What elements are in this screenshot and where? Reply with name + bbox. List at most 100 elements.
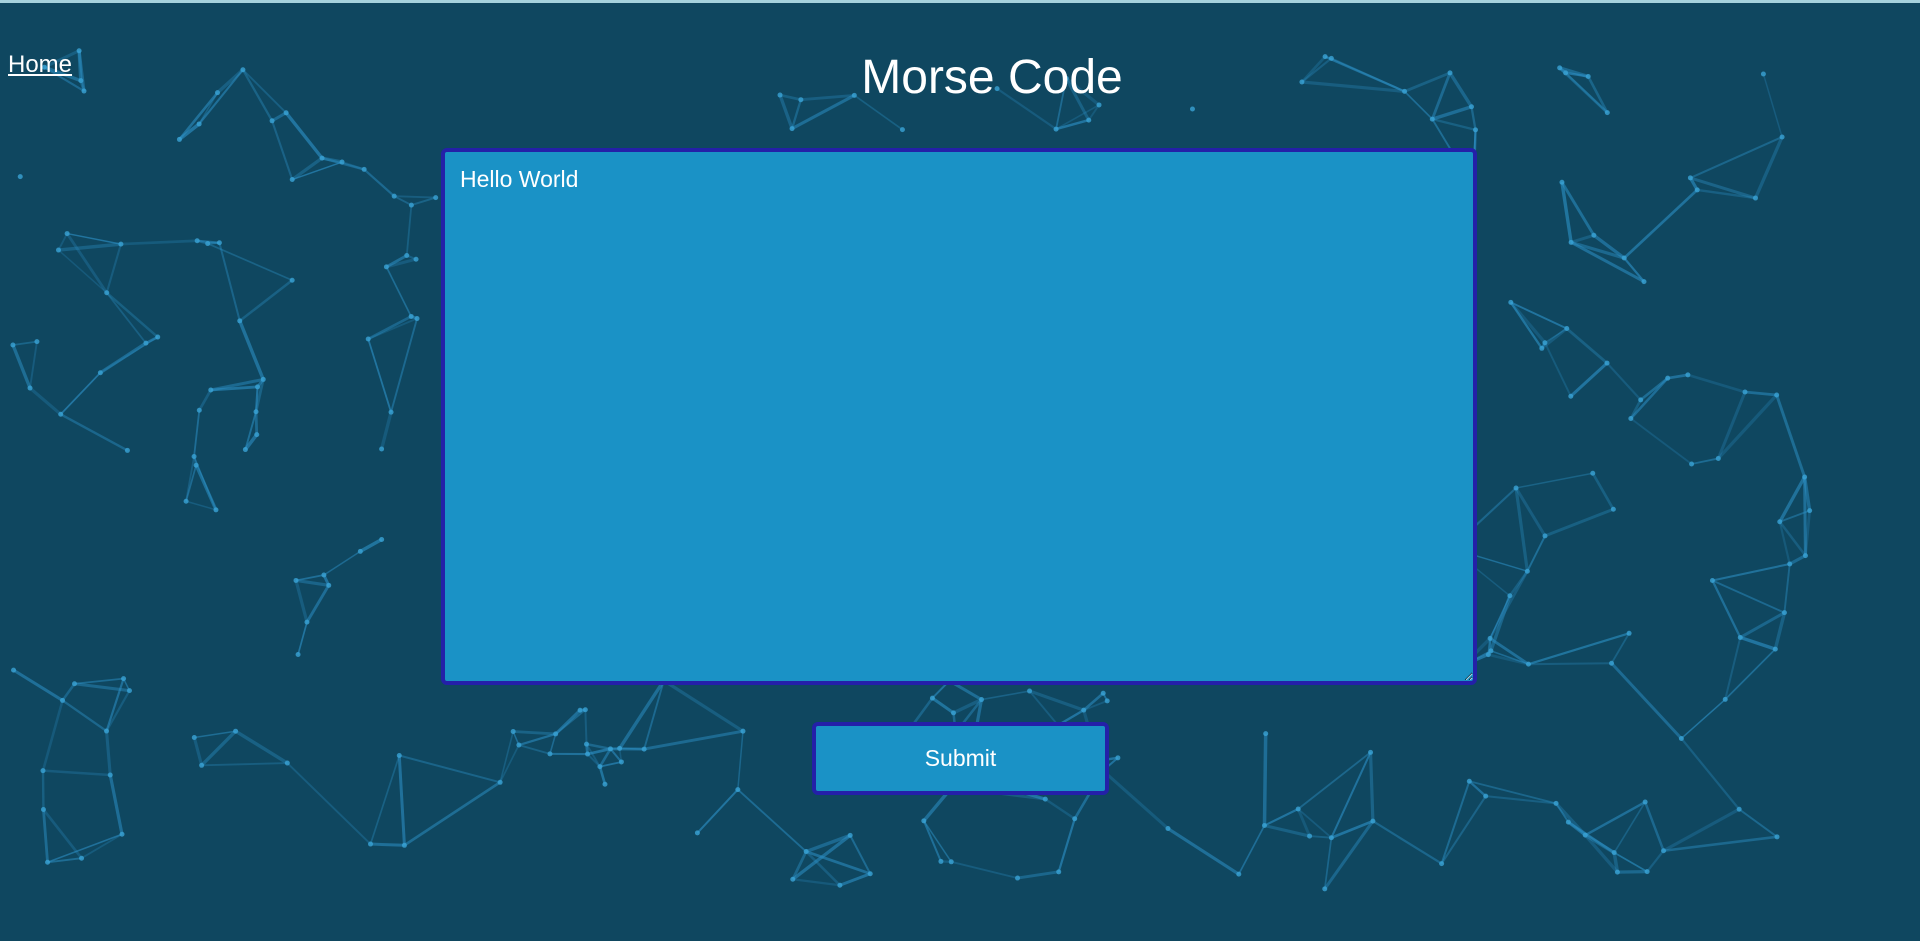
network-node <box>396 753 402 759</box>
network-line <box>839 872 871 887</box>
network-node <box>58 411 64 417</box>
network-node <box>1779 134 1785 140</box>
network-node <box>104 290 110 296</box>
network-node <box>121 676 127 682</box>
network-node <box>1709 578 1715 584</box>
network-node <box>365 336 371 342</box>
network-node <box>1473 127 1479 133</box>
network-node <box>510 729 516 735</box>
network-node <box>34 339 40 345</box>
network-line <box>1489 595 1512 652</box>
network-line <box>1514 487 1529 572</box>
submit-button[interactable]: Submit <box>812 722 1109 795</box>
network-line <box>367 338 392 413</box>
network-node <box>196 121 202 127</box>
network-line <box>1431 105 1473 121</box>
network-line <box>1264 808 1299 827</box>
network-line <box>1057 818 1076 873</box>
network-node <box>1642 799 1648 805</box>
network-node <box>1056 869 1062 875</box>
network-node <box>1513 485 1519 491</box>
network-node <box>948 859 954 865</box>
network-line <box>586 742 611 751</box>
network-node <box>1689 461 1695 467</box>
network-node <box>368 841 374 847</box>
network-node <box>104 728 110 734</box>
network-node <box>1487 635 1493 641</box>
network-node <box>216 240 222 246</box>
network-line <box>1264 824 1310 838</box>
network-node <box>1611 850 1617 856</box>
network-node <box>213 507 219 513</box>
network-node <box>176 136 182 142</box>
network-line <box>1167 827 1240 876</box>
network-node <box>1678 735 1684 741</box>
network-line <box>1488 570 1529 640</box>
network-line <box>403 781 501 847</box>
network-node <box>361 166 367 172</box>
network-line <box>662 679 744 733</box>
network-node <box>72 681 78 687</box>
network-node <box>1189 106 1195 112</box>
network-line <box>1662 807 1740 853</box>
network-line <box>549 733 557 755</box>
network-node <box>577 707 583 713</box>
network-node <box>1086 117 1092 123</box>
network-node <box>1772 646 1778 652</box>
network-line <box>499 731 514 783</box>
network-line <box>1470 106 1477 131</box>
network-node <box>1263 731 1269 737</box>
network-line <box>341 161 365 171</box>
network-line <box>1515 472 1593 489</box>
network-line <box>11 344 32 389</box>
network-line <box>105 243 122 294</box>
network-node <box>55 247 61 253</box>
network-line <box>81 833 123 859</box>
network-node <box>1591 232 1597 238</box>
message-textarea[interactable]: Hello World <box>441 148 1477 685</box>
network-node <box>404 252 410 258</box>
network-node <box>1604 110 1610 116</box>
network-line <box>518 732 556 747</box>
network-line <box>1544 342 1572 397</box>
network-line <box>323 550 361 576</box>
network-line <box>1309 835 1332 839</box>
network-node <box>1507 593 1513 599</box>
network-node <box>1752 195 1758 201</box>
network-line <box>201 762 288 767</box>
network-node <box>867 871 873 877</box>
network-line <box>291 161 343 181</box>
network-line <box>254 411 259 435</box>
network-node <box>1328 835 1334 841</box>
network-line <box>1569 361 1609 398</box>
network-node <box>379 536 385 542</box>
network-node <box>1621 255 1627 261</box>
network-line <box>238 320 265 381</box>
network-line <box>1803 476 1807 556</box>
network-line <box>1783 563 1791 613</box>
network-node <box>929 695 935 701</box>
network-node <box>740 728 746 734</box>
network-line <box>805 833 851 854</box>
network-node <box>1665 375 1671 381</box>
network-node <box>1715 455 1721 461</box>
network-line <box>1440 795 1487 865</box>
network-node <box>1807 508 1813 514</box>
network-node <box>1524 568 1530 574</box>
network-line <box>643 680 665 750</box>
network-node <box>899 127 905 133</box>
network-node <box>1685 372 1691 378</box>
network-node <box>1628 416 1634 422</box>
network-line <box>397 755 406 846</box>
network-line <box>1044 798 1076 820</box>
network-node <box>269 118 275 124</box>
network-line <box>271 120 294 180</box>
network-line <box>363 168 395 198</box>
network-line <box>1623 257 1645 283</box>
network-node <box>921 818 927 824</box>
network-node <box>979 697 985 703</box>
network-node <box>1015 875 1021 881</box>
network-node <box>199 762 205 768</box>
network-node <box>1261 823 1267 829</box>
network-node <box>408 313 414 319</box>
